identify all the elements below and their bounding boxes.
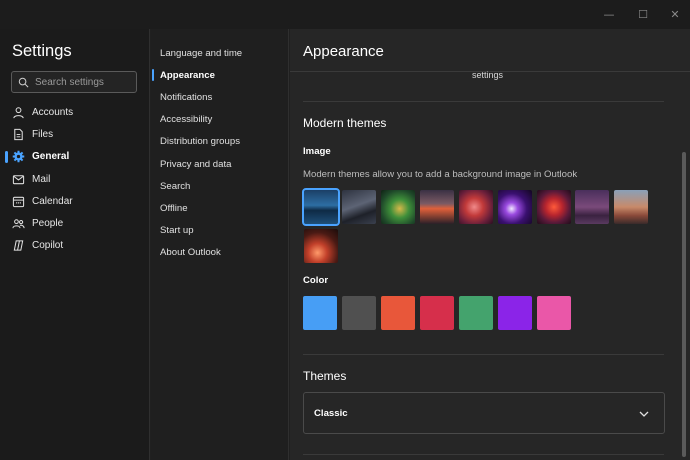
submenu-item-language-and-time[interactable]: Language and time xyxy=(151,42,289,64)
submenu-item-privacy-and-data[interactable]: Privacy and data xyxy=(151,153,289,175)
color-label: Color xyxy=(303,275,329,286)
sidebar-item-accounts[interactable]: Accounts xyxy=(0,101,150,123)
sidebar-item-files[interactable]: Files xyxy=(0,123,150,145)
color-swatch-purple[interactable] xyxy=(498,296,532,330)
theme-thumbnail-green-swirl[interactable] xyxy=(381,190,415,224)
sidebar-item-general[interactable]: General xyxy=(0,146,150,168)
color-swatch-green[interactable] xyxy=(459,296,493,330)
settings-sidebar: Settings Accounts Files xyxy=(0,29,150,460)
sidebar-item-copilot[interactable]: Copilot xyxy=(0,235,150,257)
copilot-icon xyxy=(13,240,24,252)
calendar-icon xyxy=(12,196,25,207)
sidebar-item-label: Mail xyxy=(32,173,51,185)
person-icon xyxy=(13,106,24,118)
color-swatch-pink[interactable] xyxy=(537,296,571,330)
divider xyxy=(303,354,664,355)
title-bar: — ☐ ✕ xyxy=(0,0,690,29)
submenu-item-search[interactable]: Search xyxy=(151,175,289,197)
people-icon xyxy=(12,219,25,229)
sidebar-item-label: General xyxy=(32,151,70,163)
appearance-panel: Appearance settings Modern themes Image … xyxy=(290,29,690,460)
settings-nav: Accounts Files General Mail Calendar Peo… xyxy=(0,101,150,257)
search-input[interactable] xyxy=(35,76,135,88)
theme-thumbnail-desert-dunes[interactable] xyxy=(614,190,648,224)
theme-thumbnail-mountain-lake[interactable] xyxy=(302,188,340,226)
submenu-item-appearance[interactable]: Appearance xyxy=(151,64,289,86)
general-submenu: Language and time Appearance Notificatio… xyxy=(151,29,289,460)
divider xyxy=(303,454,664,455)
partial-settings-label: settings xyxy=(472,70,504,80)
sidebar-item-label: Accounts xyxy=(32,106,74,118)
submenu-item-start-up[interactable]: Start up xyxy=(151,220,289,242)
scrollbar-thumb[interactable] xyxy=(682,152,686,457)
image-label: Image xyxy=(303,146,331,157)
theme-thumbnail-red-abstract[interactable] xyxy=(537,190,571,224)
maximize-button[interactable]: ☐ xyxy=(626,0,660,29)
theme-thumbnail-dark-waves[interactable] xyxy=(342,190,376,224)
submenu-item-about-outlook[interactable]: About Outlook xyxy=(151,242,289,264)
sidebar-item-people[interactable]: People xyxy=(0,212,150,234)
theme-thumbnail-bird-sunset[interactable] xyxy=(420,190,454,224)
color-swatch-gray[interactable] xyxy=(342,296,376,330)
submenu-item-offline[interactable]: Offline xyxy=(151,197,289,219)
file-icon xyxy=(14,128,23,141)
search-icon xyxy=(18,77,29,87)
submenu-item-distribution-groups[interactable]: Distribution groups xyxy=(151,131,289,153)
image-description: Modern themes allow you to add a backgro… xyxy=(303,169,578,180)
themes-title: Themes xyxy=(303,369,347,383)
submenu-item-notifications[interactable]: Notifications xyxy=(151,86,289,108)
settings-title: Settings xyxy=(12,42,72,60)
submenu-list: Language and time Appearance Notificatio… xyxy=(151,42,289,264)
gear-icon xyxy=(12,150,25,163)
minimize-button[interactable]: — xyxy=(592,0,626,29)
modern-themes-title: Modern themes xyxy=(303,116,387,130)
theme-thumbnail-red-arch[interactable] xyxy=(304,229,338,263)
submenu-item-accessibility[interactable]: Accessibility xyxy=(151,109,289,131)
search-box[interactable] xyxy=(11,71,137,93)
page-title: Appearance xyxy=(303,43,384,60)
sidebar-item-mail[interactable]: Mail xyxy=(0,168,150,190)
color-swatch-orange[interactable] xyxy=(381,296,415,330)
color-swatch-blue[interactable] xyxy=(303,296,337,330)
themes-dropdown[interactable]: Classic xyxy=(303,392,665,434)
sidebar-item-label: Copilot xyxy=(32,240,64,252)
sidebar-item-label: Calendar xyxy=(32,195,73,207)
theme-thumbnail-purple-dunes[interactable] xyxy=(575,190,609,224)
divider xyxy=(303,101,664,102)
theme-thumbnail-purple-orbs[interactable] xyxy=(498,190,532,224)
themes-dropdown-value: Classic xyxy=(314,407,348,419)
theme-thumbnail-red-swirl[interactable] xyxy=(459,190,493,224)
color-swatch-red[interactable] xyxy=(420,296,454,330)
panel-header: Appearance xyxy=(290,29,690,72)
sidebar-item-label: People xyxy=(32,218,64,230)
chevron-down-icon xyxy=(639,411,649,417)
sidebar-item-label: Files xyxy=(32,128,54,140)
sidebar-item-calendar[interactable]: Calendar xyxy=(0,190,150,212)
mail-icon xyxy=(12,174,25,184)
close-button[interactable]: ✕ xyxy=(658,0,690,29)
